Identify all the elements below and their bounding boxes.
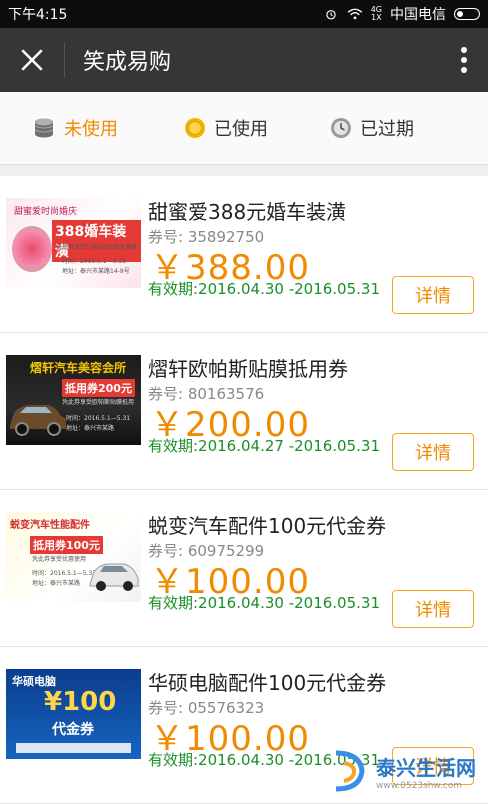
coupon-thumbnail: 甜蜜爱时尚婚庆 388婚车装潢 凭此券享受订购5888婚庆套餐 时间：2016.… <box>6 198 141 288</box>
detail-button[interactable]: 详情 <box>392 276 474 314</box>
flower-bouquet-image <box>12 226 52 272</box>
thumb-title: 甜蜜爱时尚婚庆 <box>14 207 78 217</box>
thumb-address: 地址：泰兴市某路 <box>32 580 81 587</box>
watermark-name: 泰兴生活网 <box>376 755 476 780</box>
close-button[interactable] <box>0 28 64 92</box>
clock-icon <box>331 118 351 138</box>
tab-unused-label: 未使用 <box>64 119 118 140</box>
more-vertical-icon <box>461 47 467 73</box>
carrier-name: 中国电信 <box>390 7 446 23</box>
battery-icon <box>454 8 480 20</box>
coupon-list: 甜蜜爱时尚婚庆 388婚车装潢 凭此券享受订购5888婚庆套餐 时间：2016.… <box>0 176 488 804</box>
status-bar: 下午4:15 4G 1X 中国电信 <box>0 0 488 28</box>
thumb-title: 蜕变汽车性能配件 <box>10 520 90 531</box>
thumb-headline: ¥100 <box>44 687 117 717</box>
thumb-line: 凭此券享受优惠使用 <box>32 556 87 563</box>
coupon-item[interactable]: 蜕变汽车性能配件 抵用券100元 凭此券享受优惠使用 时间：2016.5.1—5… <box>0 490 488 647</box>
watermark-url: www.0523shw.com <box>376 780 463 791</box>
close-icon <box>21 49 43 71</box>
watermark-logo-icon <box>335 750 365 792</box>
watermark-text: 泰兴生活网 www.0523shw.com <box>376 752 476 791</box>
white-suv-image <box>89 563 139 591</box>
thumb-date: 时间：2016.5.1—5.31 <box>62 258 127 265</box>
more-button[interactable] <box>440 28 488 92</box>
thumb-line: 代金券 <box>52 722 94 738</box>
thumb-date: 时间：2016.5.1—5.31 <box>32 570 97 577</box>
thumb-headline: 抵用券100元 <box>30 536 103 554</box>
thumb-line: 凭此券享受订购5888婚庆套餐 <box>56 244 138 251</box>
wifi-icon <box>347 8 363 20</box>
thumb-line: 凭此券享受欧帕斯贴膜抵用 <box>62 399 135 406</box>
coupon-name: 熠轩欧帕斯贴膜抵用券 <box>148 357 348 381</box>
coupon-thumbnail: 熠轩汽车美容会所 抵用券200元 凭此券享受欧帕斯贴膜抵用 时间：2016.5.… <box>6 355 141 445</box>
coupon-validity: 有效期:2016.04.27 -2016.05.31 <box>148 437 381 455</box>
suv-car-image <box>10 405 66 436</box>
alarm-icon <box>326 10 336 20</box>
tab-unused[interactable]: 未使用 <box>32 115 118 141</box>
coupon-name: 甜蜜爱388元婚车装潢 <box>148 200 347 224</box>
status-right: 4G 1X 中国电信 <box>323 4 480 24</box>
network-type: 4G 1X <box>370 5 382 22</box>
tab-used-label: 已使用 <box>214 119 268 140</box>
tab-expired-label: 已过期 <box>360 119 414 140</box>
tab-expired[interactable]: 已过期 <box>330 115 414 141</box>
status-time: 下午4:15 <box>8 7 68 23</box>
coupon-status-tabs: 未使用 已使用 已过期 <box>0 92 488 165</box>
thumb-address: 地址：泰兴市某路 <box>66 425 115 432</box>
site-watermark: 泰兴生活网 www.0523shw.com <box>330 742 488 800</box>
coupon-thumbnail: 蜕变汽车性能配件 抵用券100元 凭此券享受优惠使用 时间：2016.5.1—5… <box>6 512 141 602</box>
coupon-item[interactable]: 甜蜜爱时尚婚庆 388婚车装潢 凭此券享受订购5888婚庆套餐 时间：2016.… <box>0 176 488 333</box>
coin-icon <box>185 118 205 138</box>
coupon-item[interactable]: 熠轩汽车美容会所 抵用券200元 凭此券享受欧帕斯贴膜抵用 时间：2016.5.… <box>0 333 488 490</box>
page-title: 笑成易购 <box>83 50 172 75</box>
title-bar: 笑成易购 <box>0 28 488 92</box>
coin-stack-icon <box>34 118 54 138</box>
title-divider <box>64 42 65 78</box>
coupon-name: 华硕电脑配件100元代金券 <box>148 671 387 695</box>
detail-button[interactable]: 详情 <box>392 433 474 471</box>
detail-button[interactable]: 详情 <box>392 590 474 628</box>
thumb-title: 熠轩汽车美容会所 <box>30 361 127 375</box>
thumb-footer-strip <box>16 743 131 753</box>
coupon-validity: 有效期:2016.04.30 -2016.05.31 <box>148 280 381 298</box>
thumb-date: 时间：2016.5.1—5.31 <box>66 415 131 422</box>
thumb-headline: 抵用券200元 <box>62 379 135 397</box>
thumb-address: 地址：泰兴市某路14-9号 <box>62 268 130 275</box>
tab-used[interactable]: 已使用 <box>184 115 268 141</box>
coupon-name: 蜕变汽车配件100元代金券 <box>148 514 387 538</box>
coupon-thumbnail: 华硕电脑 ¥100 代金券 <box>6 669 141 759</box>
coupon-validity: 有效期:2016.04.30 -2016.05.31 <box>148 594 381 612</box>
